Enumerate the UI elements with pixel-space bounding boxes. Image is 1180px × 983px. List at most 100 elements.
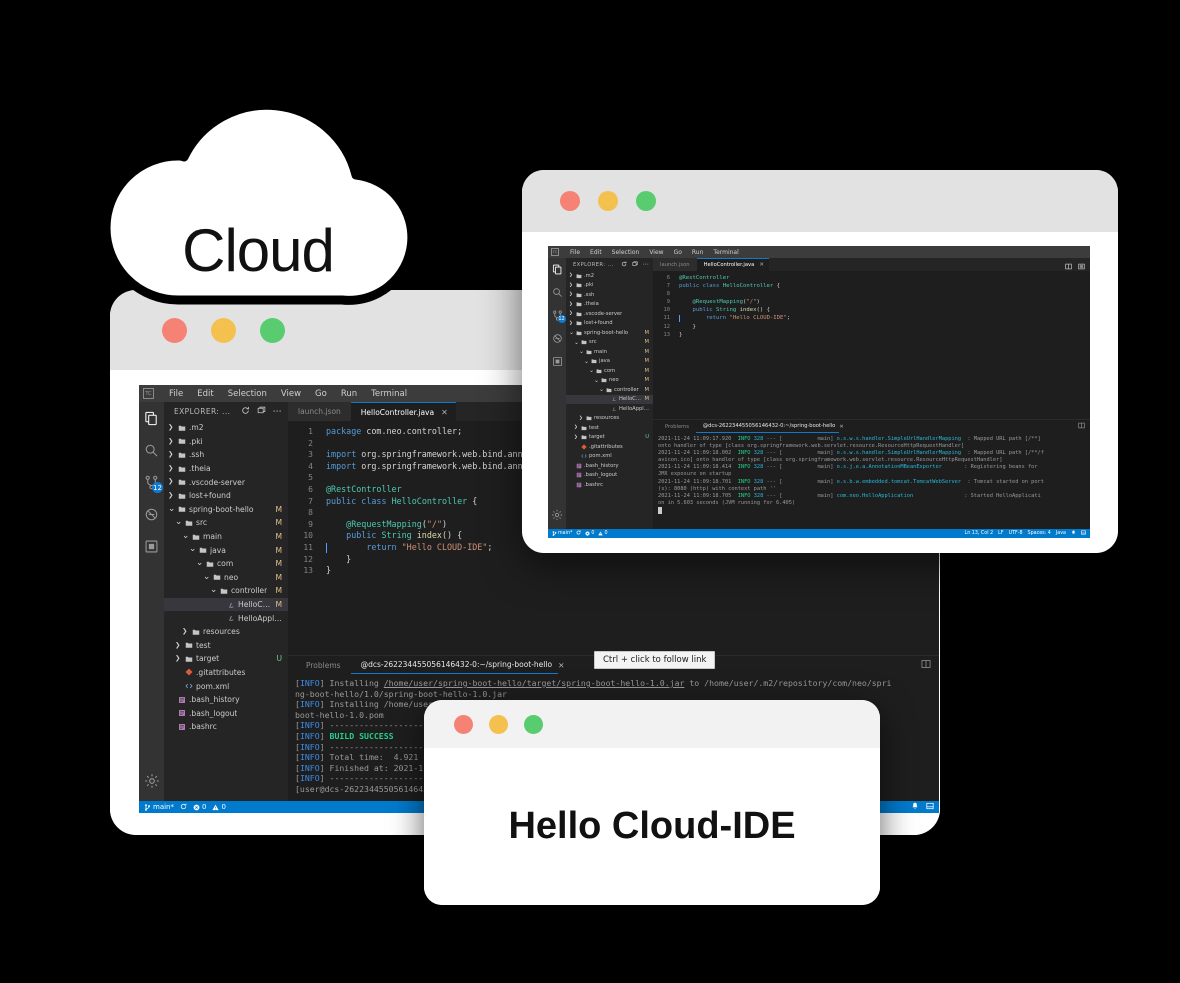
bell-icon[interactable]: [1071, 530, 1076, 537]
tree-folder-item[interactable]: ⌄ java M: [164, 543, 288, 557]
tree-folder-item[interactable]: ❯ .theia: [566, 300, 653, 310]
tree-folder-item[interactable]: ❯ .ssh: [164, 448, 288, 462]
chevron-down-icon[interactable]: ⌄: [589, 366, 594, 376]
tree-folder-item[interactable]: ⌄ com M: [164, 557, 288, 571]
window-minimize-button[interactable]: [598, 191, 618, 211]
refresh-icon[interactable]: [621, 261, 627, 269]
tree-folder-item[interactable]: ⌄ controller M: [566, 385, 653, 395]
window-zoom-button[interactable]: [260, 317, 285, 343]
tree-folder-item[interactable]: ❯ test: [566, 423, 653, 433]
menu-terminal[interactable]: Terminal: [364, 389, 414, 399]
chevron-right-icon[interactable]: ❯: [168, 489, 175, 503]
chevron-down-icon[interactable]: ⌄: [569, 328, 574, 338]
status-error-count[interactable]: 0: [585, 531, 594, 536]
menu-selection[interactable]: Selection: [221, 389, 274, 399]
tree-folder-item[interactable]: ❯ test: [164, 639, 288, 653]
menu-file[interactable]: File: [565, 249, 585, 256]
source-control-branch-icon[interactable]: main*: [144, 803, 174, 811]
more-actions-icon[interactable]: ⋯: [643, 261, 649, 267]
chevron-down-icon[interactable]: ⌄: [210, 584, 217, 598]
chevron-right-icon[interactable]: ❯: [579, 414, 584, 424]
sync-icon[interactable]: [180, 803, 187, 812]
window-zoom-button[interactable]: [636, 191, 656, 211]
window-close-button[interactable]: [454, 714, 473, 734]
tab-launch-json[interactable]: launch.json: [288, 402, 351, 421]
chevron-right-icon[interactable]: ❯: [569, 281, 574, 291]
chevron-down-icon[interactable]: ⌄: [599, 385, 604, 395]
panel-layout-icon[interactable]: [1081, 530, 1086, 537]
menu-go[interactable]: Go: [669, 249, 687, 256]
status-encoding[interactable]: UTF-8: [1009, 531, 1023, 536]
chevron-right-icon[interactable]: ❯: [569, 300, 574, 310]
menu-terminal[interactable]: Terminal: [708, 249, 743, 256]
bell-icon[interactable]: [911, 802, 919, 812]
explorer-icon[interactable]: [552, 264, 563, 275]
close-icon[interactable]: ✕: [558, 661, 570, 670]
more-actions-icon[interactable]: ⋯: [273, 407, 282, 416]
menu-file[interactable]: File: [162, 389, 190, 399]
menu-selection[interactable]: Selection: [607, 249, 645, 256]
refresh-icon[interactable]: [241, 406, 250, 417]
menu-go[interactable]: Go: [308, 389, 334, 399]
chevron-down-icon[interactable]: ⌄: [196, 557, 203, 571]
sync-icon[interactable]: [576, 530, 581, 537]
explorer-icon[interactable]: [144, 411, 159, 426]
tree-folder-item[interactable]: ❯ .ssh: [566, 290, 653, 300]
tab-hellocontroller-java[interactable]: HelloController.java ✕: [350, 402, 456, 421]
gear-icon[interactable]: [551, 509, 563, 521]
tree-file-item[interactable]: HelloContr...M: [566, 394, 653, 404]
menu-view[interactable]: View: [274, 389, 308, 399]
chevron-right-icon[interactable]: ❯: [168, 475, 175, 489]
tree-folder-item[interactable]: ❯ .theia: [164, 462, 288, 476]
chevron-right-icon[interactable]: ❯: [574, 423, 579, 433]
tree-folder-item[interactable]: ❯ target U: [164, 652, 288, 666]
tree-file-item[interactable]: HelloApplicatio...: [164, 611, 288, 625]
extensions-icon[interactable]: [144, 539, 159, 554]
chevron-right-icon[interactable]: ❯: [182, 625, 189, 639]
chevron-down-icon[interactable]: ⌄: [584, 357, 589, 367]
window-minimize-button[interactable]: [211, 317, 236, 343]
search-icon[interactable]: [552, 287, 563, 298]
chevron-right-icon[interactable]: ❯: [569, 271, 574, 281]
editor-minimap[interactable]: [1046, 271, 1090, 419]
tree-folder-item[interactable]: ❯ .vscode-server: [164, 475, 288, 489]
tree-folder-item[interactable]: ⌄ main M: [164, 530, 288, 544]
chevron-right-icon[interactable]: ❯: [569, 319, 574, 329]
tree-folder-item[interactable]: ❯ .pki: [566, 281, 653, 291]
extensions-icon[interactable]: [552, 356, 563, 367]
new-folder-icon[interactable]: [257, 406, 266, 417]
code-editor[interactable]: 6 7 8 9 10 11 12 13 @RestController public class…: [653, 271, 1090, 419]
new-folder-icon[interactable]: [632, 260, 638, 269]
tree-folder-item[interactable]: ⌄ src M: [566, 338, 653, 348]
tree-folder-item[interactable]: ⌄ spring-boot-hello M: [566, 328, 653, 338]
window-close-button[interactable]: [560, 191, 580, 211]
tree-file-item[interactable]: pom.xml: [164, 679, 288, 693]
tree-file-item[interactable]: .bash_logout: [164, 706, 288, 720]
tree-folder-item[interactable]: ❯ .pki: [164, 435, 288, 449]
chevron-right-icon[interactable]: ❯: [168, 435, 175, 449]
menu-view[interactable]: View: [644, 249, 668, 256]
panel-tab-problems[interactable]: Problems: [658, 424, 696, 430]
chevron-down-icon[interactable]: ⌄: [182, 530, 189, 544]
chevron-down-icon[interactable]: ⌄: [189, 543, 196, 557]
panel-layout-icon[interactable]: [926, 802, 934, 812]
tab-launch-json[interactable]: launch.json: [653, 258, 697, 271]
gear-icon[interactable]: [144, 773, 160, 789]
tree-folder-item[interactable]: ❯ .vscode-server: [566, 309, 653, 319]
tree-file-item[interactable]: .bashrc: [566, 480, 653, 490]
status-error-count[interactable]: 0: [193, 803, 206, 811]
chevron-right-icon[interactable]: ❯: [168, 448, 175, 462]
chevron-down-icon[interactable]: ⌄: [574, 338, 579, 348]
status-eol[interactable]: LF: [998, 531, 1003, 536]
chevron-down-icon[interactable]: ⌄: [203, 571, 210, 585]
chevron-right-icon[interactable]: ❯: [569, 309, 574, 319]
tree-folder-item[interactable]: ⌄ java M: [566, 357, 653, 367]
chevron-down-icon[interactable]: ⌄: [594, 376, 599, 386]
run-debug-icon[interactable]: [144, 507, 159, 522]
tree-folder-item[interactable]: ❯ lost+found: [566, 319, 653, 329]
run-debug-icon[interactable]: [552, 333, 563, 344]
chevron-right-icon[interactable]: ❯: [168, 421, 175, 435]
chevron-down-icon[interactable]: ⌄: [175, 516, 182, 530]
close-icon[interactable]: ✕: [441, 408, 448, 417]
status-language-mode[interactable]: Java: [1056, 531, 1066, 536]
